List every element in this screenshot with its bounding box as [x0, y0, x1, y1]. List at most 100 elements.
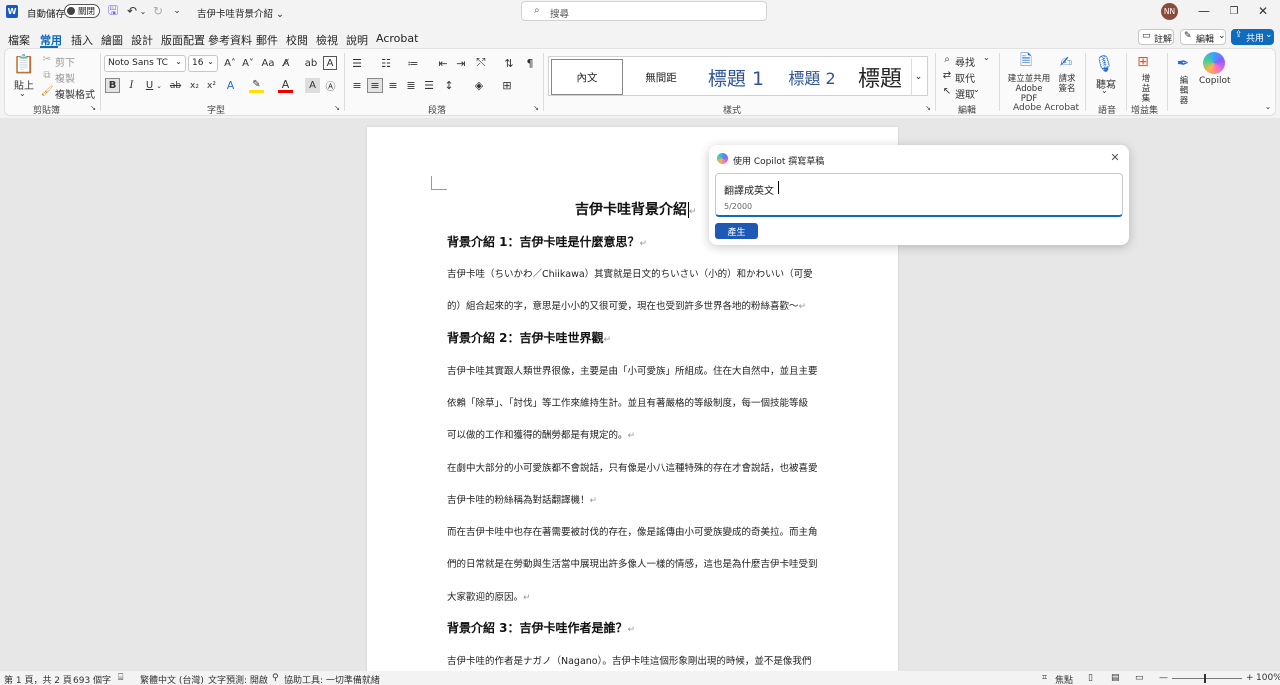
comments-button[interactable]: ▭ 註解 — [1138, 29, 1174, 45]
accessibility-icon[interactable]: ⚲ — [272, 673, 279, 683]
font-color-icon[interactable]: A — [278, 78, 293, 93]
restore-icon[interactable]: ❐ — [1227, 4, 1241, 18]
zoom-slider[interactable] — [1172, 678, 1242, 679]
grow-font-icon[interactable]: A˄ — [223, 56, 237, 70]
shrink-font-icon[interactable]: A˅ — [241, 56, 255, 70]
select-icon[interactable]: ↖ — [941, 85, 953, 97]
justify-icon[interactable]: ≣ — [403, 78, 419, 93]
borders-icon[interactable]: ⊞ — [499, 78, 515, 93]
print-layout-icon[interactable]: ▤ — [1111, 673, 1120, 683]
tab-review[interactable]: 校閱 — [286, 32, 308, 48]
generate-button[interactable]: 產生 — [715, 223, 758, 239]
request-signature-button[interactable]: 請求簽名 — [1057, 74, 1077, 94]
enclose-characters-icon[interactable]: A — [323, 56, 337, 70]
dictate-dropdown-icon[interactable]: ⌄ — [1101, 86, 1108, 95]
tab-acrobat[interactable]: Acrobat — [376, 32, 418, 45]
increase-indent-icon[interactable]: ⇥ — [453, 56, 469, 70]
avatar[interactable]: NN — [1161, 3, 1178, 20]
character-border-icon[interactable]: Ⓐ — [323, 78, 338, 93]
italic-icon[interactable]: I — [124, 78, 139, 93]
close-icon[interactable]: ✕ — [1109, 151, 1121, 164]
paste-icon[interactable]: 📋 — [13, 52, 35, 76]
replace-button[interactable]: 取代 — [955, 70, 975, 85]
sort-icon[interactable]: ⇅ — [501, 56, 517, 70]
section-heading-1[interactable]: 背景介紹 1：吉伊卡哇是什麼意思？↵ — [447, 233, 647, 250]
undo-icon[interactable]: ↶ — [125, 3, 139, 19]
undo-dropdown-icon[interactable]: ⌄ — [139, 3, 147, 19]
format-painter-icon[interactable]: 🖌 — [41, 85, 54, 97]
focus-button[interactable]: 焦點 — [1055, 673, 1073, 685]
dialog-launcher-icon[interactable]: ↘ — [924, 103, 932, 113]
document-title-heading[interactable]: 吉伊卡哇背景介紹 ↵ — [575, 199, 697, 219]
tab-help[interactable]: 說明 — [346, 32, 368, 48]
change-case-icon[interactable]: Aa — [261, 56, 275, 70]
find-button[interactable]: 尋找 — [955, 54, 975, 69]
language-status[interactable]: 繁體中文 (台灣) — [140, 673, 204, 685]
find-icon[interactable]: ⌕ — [941, 53, 953, 65]
microphone-icon[interactable]: 🎙 — [1094, 52, 1114, 74]
distributed-icon[interactable]: ☰ — [421, 78, 437, 93]
character-shading-icon[interactable]: A — [305, 78, 320, 93]
paragraph-line[interactable]: 大家歡迎的原因。↵ — [447, 589, 531, 603]
style-title[interactable]: 標題 — [851, 59, 909, 95]
shading-icon[interactable]: ◈ — [471, 78, 487, 93]
accessibility-status[interactable]: 協助工具: 一切準備就緒 — [284, 673, 380, 685]
redo-icon[interactable]: ↻ — [151, 3, 165, 19]
save-icon[interactable]: 🖫 — [106, 3, 120, 18]
phonetic-guide-icon[interactable]: ab — [304, 56, 318, 70]
underline-icon[interactable]: U — [142, 78, 157, 93]
decrease-indent-icon[interactable]: ⇤ — [435, 56, 451, 70]
tab-view[interactable]: 檢視 — [316, 32, 338, 48]
document-title[interactable]: 吉伊卡哇背景介紹 ⌄ — [197, 6, 284, 20]
editor-icon[interactable]: ✒ — [1173, 52, 1193, 74]
zoom-out-icon[interactable]: — — [1159, 673, 1168, 683]
copy-icon[interactable]: ⧉ — [41, 69, 53, 81]
tab-references[interactable]: 參考資料 — [208, 32, 252, 48]
subscript-icon[interactable]: x₂ — [187, 78, 202, 93]
strikethrough-icon[interactable]: ab — [168, 78, 183, 93]
select-button[interactable]: 選取 — [955, 86, 975, 101]
align-center-icon[interactable]: ≡ — [367, 78, 383, 93]
copy-button[interactable]: 複製 — [55, 70, 75, 85]
paragraph-line[interactable]: 依賴「除草」、「討伐」等工作來維持生計。並且有著嚴格的等級制度，每一個技能等級 — [447, 395, 808, 409]
autosave-toggle[interactable]: 關閉 — [64, 4, 100, 18]
focus-icon[interactable]: ⌗ — [1042, 673, 1047, 683]
bullets-icon[interactable]: ☰ — [349, 56, 365, 70]
paragraph-line[interactable]: 吉伊卡哇其實跟人類世界很像，主要是由「小可愛族」所組成。住在大自然中，並且主要 — [447, 363, 818, 377]
dialog-launcher-icon[interactable]: ↘ — [333, 103, 341, 113]
copilot-icon[interactable] — [1203, 52, 1225, 74]
paragraph-line[interactable]: 可以做的工作和獲得的酬勞都是有規定的。↵ — [447, 427, 635, 441]
page-count[interactable]: 第 1 頁，共 2 頁 — [4, 673, 72, 685]
font-size-select[interactable]: 16 ⌄ — [188, 55, 218, 72]
replace-icon[interactable]: ⇄ — [941, 69, 953, 81]
section-heading-3[interactable]: 背景介紹 3：吉伊卡哇作者是誰？↵ — [447, 619, 635, 636]
style-heading-2[interactable]: 標題 2 — [775, 59, 849, 95]
paragraph-line[interactable]: 在劇中大部分的小可愛族都不會說話，只有像是小八這種特殊的存在才會說話，也被喜愛 — [447, 460, 818, 474]
dialog-launcher-icon[interactable]: ↘ — [532, 103, 540, 113]
web-layout-icon[interactable]: ▭ — [1135, 673, 1144, 683]
multilevel-list-icon[interactable]: ≔ — [405, 56, 421, 70]
superscript-icon[interactable]: x² — [204, 78, 219, 93]
read-mode-icon[interactable]: ▯ — [1088, 673, 1093, 683]
paragraph-line[interactable]: 吉伊卡哇的粉絲稱為對話翻譯機！↵ — [447, 492, 597, 506]
cut-icon[interactable]: ✂ — [41, 53, 53, 65]
tab-layout[interactable]: 版面配置 — [161, 32, 205, 48]
paragraph-line[interactable]: 吉伊卡哇的作者是ナガノ（Nagano）。吉伊卡哇這個形象剛出現的時候，並不是像我… — [447, 653, 811, 667]
proofing-icon[interactable]: ⌸ — [118, 673, 123, 683]
tab-mailings[interactable]: 郵件 — [256, 32, 278, 48]
zoom-slider-thumb[interactable] — [1204, 674, 1206, 683]
style-normal[interactable]: 內文 — [551, 59, 623, 95]
clear-formatting-icon[interactable]: A̸ — [279, 56, 293, 70]
format-painter-button[interactable]: 複製格式 — [55, 86, 95, 101]
editing-mode-button[interactable]: ✎ 編輯 ⌄ — [1180, 29, 1226, 45]
close-icon[interactable]: ✕ — [1256, 4, 1270, 18]
underline-dropdown-icon[interactable]: ⌄ — [156, 80, 162, 92]
select-dropdown-icon[interactable]: ⌄ — [973, 85, 980, 94]
zoom-in-icon[interactable]: + — [1246, 673, 1254, 683]
section-heading-2[interactable]: 背景介紹 2：吉伊卡哇世界觀↵ — [447, 329, 611, 346]
styles-more-icon[interactable]: ⌄ — [911, 59, 925, 95]
tab-draw[interactable]: 繪圖 — [101, 32, 123, 48]
addins-button[interactable]: 增益集 — [1138, 74, 1154, 104]
editor-button[interactable]: 編輯器 — [1177, 76, 1191, 106]
tab-file[interactable]: 檔案 — [8, 32, 30, 48]
